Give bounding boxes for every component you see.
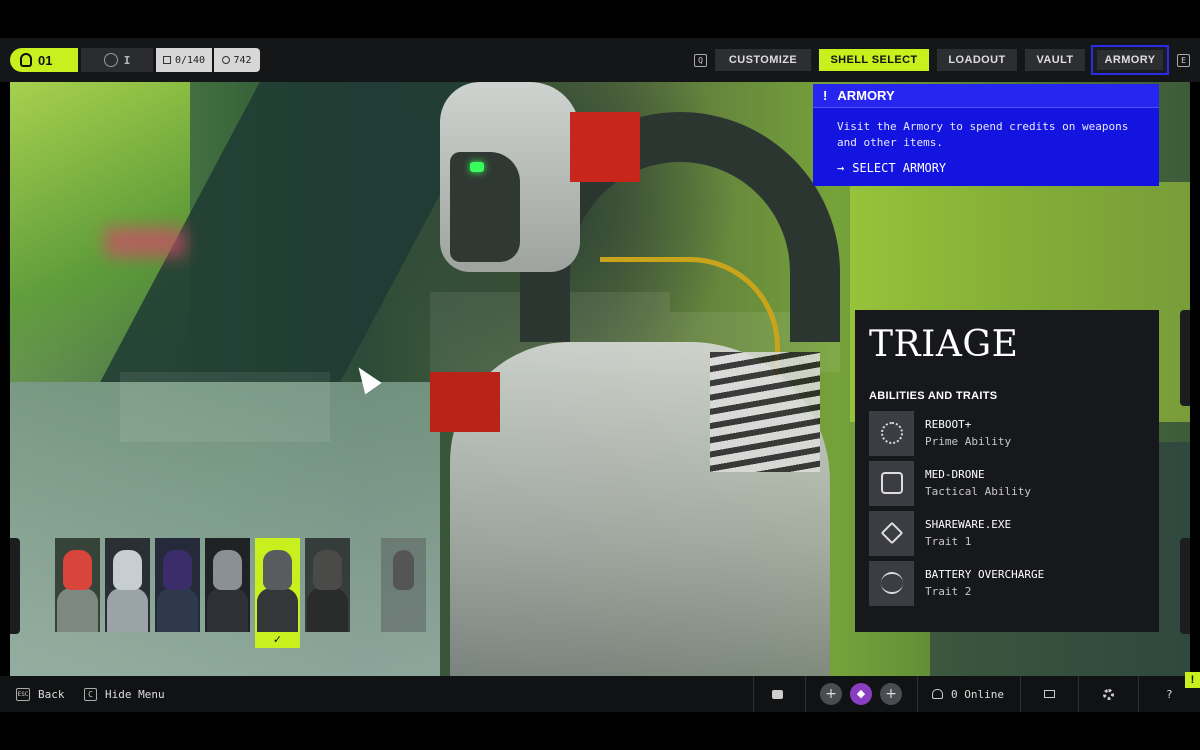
shareware-icon	[869, 510, 914, 556]
rank-circle-icon	[103, 53, 118, 67]
ability-item[interactable]: MED-DRONE Tactical Ability	[869, 460, 1149, 506]
shell-portrait-selected[interactable]: ✓	[255, 538, 300, 648]
player-avatar[interactable]: ◆	[850, 683, 872, 705]
shell-portrait[interactable]	[155, 538, 200, 632]
gear-icon	[1103, 688, 1114, 700]
tab-armory-label: ARMORY	[1096, 50, 1164, 70]
esc-key-icon: ESC	[16, 687, 30, 701]
ability-item[interactable]: BATTERY OVERCHARGE Trait 2	[869, 560, 1149, 606]
divider	[1078, 676, 1079, 712]
back-label: Back	[38, 687, 65, 701]
divider	[805, 676, 806, 712]
credits-value: 742	[233, 54, 252, 66]
checkmark-icon: ✓	[255, 632, 300, 648]
mail-button[interactable]	[1044, 676, 1055, 712]
scroll-right-tab-upper[interactable]	[1180, 310, 1190, 406]
back-button[interactable]: ESC Back	[16, 676, 65, 712]
ability-name: REBOOT+	[925, 418, 972, 431]
ability-type: Trait 2	[925, 585, 972, 598]
armory-notification-header: ! ARMORY	[813, 84, 1159, 108]
friends-icon	[932, 689, 943, 699]
key-hint-e: E	[1177, 54, 1190, 67]
shell-info-panel: TRIAGE ABILITIES AND TRAITS REBOOT+ Prim…	[855, 310, 1159, 632]
character-shoulder-marking	[430, 372, 500, 432]
character-helmet-marking	[570, 112, 640, 182]
ability-item[interactable]: REBOOT+ Prime Ability	[869, 410, 1149, 456]
add-party-member-button[interactable]: +	[880, 683, 902, 705]
credits-icon	[222, 56, 231, 64]
letterbox-bottom	[0, 712, 1200, 750]
chat-button[interactable]	[772, 676, 783, 712]
select-armory-label: SELECT ARMORY	[852, 161, 947, 175]
top-bar: 01 I 0/140 742 Q CUSTOMIZE SHELL SELECT …	[0, 38, 1200, 82]
divider	[1138, 676, 1139, 712]
reboot-icon	[869, 410, 914, 456]
scroll-right-tab-lower[interactable]	[1180, 538, 1190, 634]
inventory-icon	[162, 56, 171, 64]
hide-menu-label: Hide Menu	[105, 687, 165, 701]
online-count: 0 Online	[951, 687, 1004, 701]
divider	[917, 676, 918, 712]
character-eye	[470, 162, 484, 172]
tab-loadout[interactable]: LOADOUT	[937, 49, 1017, 71]
settings-button[interactable]	[1103, 676, 1114, 712]
add-party-member-button[interactable]: +	[820, 683, 842, 705]
glitch-block	[120, 372, 330, 442]
character-stripe-pattern	[710, 352, 820, 472]
mail-icon	[1044, 690, 1055, 698]
help-icon: ?	[1166, 687, 1173, 701]
character-face	[450, 152, 520, 262]
divider	[753, 676, 754, 712]
med-drone-icon	[869, 460, 914, 506]
shell-portrait[interactable]	[55, 538, 100, 632]
armory-notification: ! ARMORY Visit the Armory to spend credi…	[813, 84, 1159, 186]
arrow-right-icon: →	[837, 161, 845, 175]
ability-type: Trait 1	[925, 535, 972, 548]
letterbox-top	[0, 0, 1200, 38]
tab-shell-select[interactable]: SHELL SELECT	[819, 49, 929, 71]
inventory-count: 0/140	[156, 48, 212, 72]
tab-customize[interactable]: CUSTOMIZE	[715, 49, 811, 71]
shell-name: TRIAGE	[869, 324, 1019, 365]
ability-name: SHAREWARE.EXE	[925, 518, 1012, 531]
abilities-section-title: ABILITIES AND TRAITS	[869, 390, 998, 402]
tab-armory[interactable]: ARMORY	[1091, 45, 1169, 75]
shell-portrait[interactable]	[105, 538, 150, 632]
hide-menu-button[interactable]: C Hide Menu	[84, 676, 165, 712]
battery-overcharge-icon	[869, 560, 914, 606]
player-level: 01	[38, 52, 53, 68]
party-slots: + ◆ +	[820, 676, 902, 712]
inventory-count-value: 0/140	[174, 54, 206, 66]
chat-icon	[772, 689, 783, 699]
player-level-badge[interactable]: 01	[10, 48, 78, 72]
credits-display: 742	[214, 48, 260, 72]
bg-pink-glow	[105, 227, 185, 257]
shell-portrait[interactable]	[205, 538, 250, 632]
bottom-bar: ESC Back C Hide Menu + ◆ + 0 Online ?	[0, 676, 1200, 712]
armory-notification-body: Visit the Armory to spend credits on wea…	[837, 120, 1129, 149]
select-armory-button[interactable]: → SELECT ARMORY	[813, 151, 1159, 175]
rank-badge[interactable]: I	[81, 48, 153, 72]
player-head-icon	[20, 53, 32, 67]
c-key-icon: C	[84, 687, 97, 701]
help-button[interactable]: ?	[1166, 676, 1173, 712]
alert-badge[interactable]: !	[1185, 672, 1200, 688]
armory-notification-title: ARMORY	[837, 88, 895, 103]
scroll-left-tab[interactable]	[10, 538, 20, 634]
ability-name: BATTERY OVERCHARGE	[925, 568, 1045, 581]
friends-online-button[interactable]: 0 Online	[932, 676, 1004, 712]
shell-portrait[interactable]	[305, 538, 350, 632]
ability-type: Tactical Ability	[925, 485, 1031, 498]
key-hint-q: Q	[694, 54, 707, 67]
ability-name: MED-DRONE	[925, 468, 985, 481]
rank-value: I	[123, 53, 131, 67]
divider	[1020, 676, 1021, 712]
tab-vault[interactable]: VAULT	[1025, 49, 1085, 71]
shell-portrait-locked[interactable]	[381, 538, 426, 632]
ability-type: Prime Ability	[925, 435, 1012, 448]
ability-item[interactable]: SHAREWARE.EXE Trait 1	[869, 510, 1149, 556]
alert-icon: !	[823, 88, 828, 103]
